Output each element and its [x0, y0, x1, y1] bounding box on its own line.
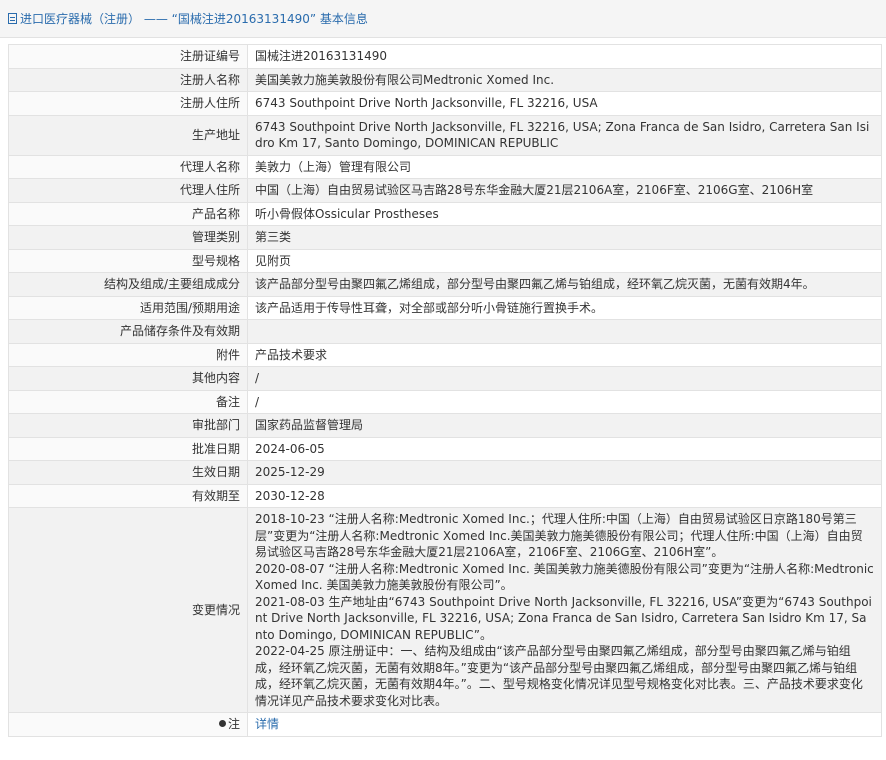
row-value: 6743 Southpoint Drive North Jacksonville… — [247, 114, 882, 156]
change-history-value: 2018-10-23 “注册人名称:Medtronic Xomed Inc.；代… — [247, 507, 882, 713]
info-row: 产品储存条件及有效期 — [8, 319, 882, 344]
row-label: 批准日期 — [8, 436, 248, 461]
note-value: 详情 — [247, 712, 882, 737]
row-label: 生效日期 — [8, 460, 248, 485]
row-value: 见附页 — [247, 248, 882, 273]
row-value: 2024-06-05 — [247, 436, 882, 461]
breadcrumb-separator: —— — [140, 11, 172, 26]
info-row: 结构及组成/主要组成成分 该产品部分型号由聚四氟乙烯组成，部分型号由聚四氟乙烯与铂… — [8, 272, 882, 297]
row-label: 型号规格 — [8, 248, 248, 273]
info-row: 注册人名称 美国美敦力施美敦股份有限公司Medtronic Xomed Inc. — [8, 67, 882, 92]
row-label: 管理类别 — [8, 225, 248, 250]
row-label: 备注 — [8, 389, 248, 414]
row-label: 适用范围/预期用途 — [8, 295, 248, 320]
note-label-cell: 注 — [8, 712, 248, 737]
info-row: 生效日期 2025-12-29 — [8, 460, 882, 485]
row-value: 听小骨假体Ossicular Prostheses — [247, 201, 882, 226]
info-row: 注册人住所 6743 Southpoint Drive North Jackson… — [8, 91, 882, 116]
row-value: 中国（上海）自由贸易试验区马吉路28号东华金融大厦21层2106A室，2106F… — [247, 178, 882, 203]
row-value: 美国美敦力施美敦股份有限公司Medtronic Xomed Inc. — [247, 67, 882, 92]
row-value: / — [247, 366, 882, 391]
breadcrumb-title: “国械注进20163131490” 基本信息 — [171, 12, 368, 26]
change-entry: 2021-08-03 生产地址由“6743 Southpoint Drive N… — [255, 594, 872, 642]
row-value: / — [247, 389, 882, 414]
row-value: 产品技术要求 — [247, 342, 882, 367]
row-label: 注册人名称 — [8, 67, 248, 92]
info-row: 其他内容 / — [8, 366, 882, 391]
info-row: 有效期至 2030-12-28 — [8, 483, 882, 508]
row-value: 国械注进20163131490 — [247, 44, 882, 69]
row-label: 注册证编号 — [8, 44, 248, 69]
info-row: 产品名称 听小骨假体Ossicular Prostheses — [8, 201, 882, 226]
info-row: 适用范围/预期用途 该产品适用于传导性耳聋，对全部或部分听小骨链施行置换手术。 — [8, 295, 882, 320]
info-row: 管理类别 第三类 — [8, 225, 882, 250]
row-value — [247, 319, 882, 344]
breadcrumb-section[interactable]: 进口医疗器械（注册） — [20, 10, 140, 27]
row-value: 美敦力（上海）管理有限公司 — [247, 154, 882, 179]
row-value: 国家药品监督管理局 — [247, 413, 882, 438]
row-value: 2025-12-29 — [247, 460, 882, 485]
row-label: 附件 — [8, 342, 248, 367]
row-value: 第三类 — [247, 225, 882, 250]
info-row: 型号规格 见附页 — [8, 248, 882, 273]
info-row: 代理人住所 中国（上海）自由贸易试验区马吉路28号东华金融大厦21层2106A室，… — [8, 178, 882, 203]
change-entry: 2020-08-07 “注册人名称:Medtronic Xomed Inc. 美… — [255, 561, 874, 593]
row-value: 该产品适用于传导性耳聋，对全部或部分听小骨链施行置换手术。 — [247, 295, 882, 320]
row-value: 2030-12-28 — [247, 483, 882, 508]
info-row: 代理人名称 美敦力（上海）管理有限公司 — [8, 154, 882, 179]
change-history-label: 变更情况 — [8, 507, 248, 713]
info-row: 批准日期 2024-06-05 — [8, 436, 882, 461]
page-header: 进口医疗器械（注册） —— “国械注进20163131490” 基本信息 — [0, 0, 886, 38]
row-label: 注册人住所 — [8, 91, 248, 116]
pin-icon — [218, 720, 226, 727]
note-label: 注 — [227, 717, 240, 731]
row-label: 生产地址 — [8, 114, 248, 156]
row-label: 产品名称 — [8, 201, 248, 226]
details-link[interactable]: 详情 — [255, 717, 279, 731]
registration-info-table: 注册证编号 国械注进20163131490 注册人名称 美国美敦力施美敦股份有限公司… — [8, 44, 882, 737]
change-entry: 2022-04-25 原注册证中：一、结构及组成由“该产品部分型号由聚四氟乙烯组… — [255, 644, 863, 708]
row-label: 结构及组成/主要组成成分 — [8, 272, 248, 297]
document-icon — [8, 13, 17, 24]
row-label: 产品储存条件及有效期 — [8, 319, 248, 344]
info-row: 生产地址 6743 Southpoint Drive North Jacksonv… — [8, 114, 882, 156]
row-value: 6743 Southpoint Drive North Jacksonville… — [247, 91, 882, 116]
info-row: 备注 / — [8, 389, 882, 414]
row-label: 审批部门 — [8, 413, 248, 438]
row-label: 其他内容 — [8, 366, 248, 391]
row-value: 该产品部分型号由聚四氟乙烯组成，部分型号由聚四氟乙烯与铂组成，经环氧乙烷灭菌，无… — [247, 272, 882, 297]
row-label: 代理人住所 — [8, 178, 248, 203]
note-row: 注 详情 — [8, 712, 882, 737]
info-row: 注册证编号 国械注进20163131490 — [8, 44, 882, 69]
info-row: 附件 产品技术要求 — [8, 342, 882, 367]
row-label: 代理人名称 — [8, 154, 248, 179]
info-row: 审批部门 国家药品监督管理局 — [8, 413, 882, 438]
change-entry: 2018-10-23 “注册人名称:Medtronic Xomed Inc.；代… — [255, 512, 863, 559]
change-history-row: 变更情况 2018-10-23 “注册人名称:Medtronic Xomed I… — [8, 507, 882, 713]
row-label: 有效期至 — [8, 483, 248, 508]
